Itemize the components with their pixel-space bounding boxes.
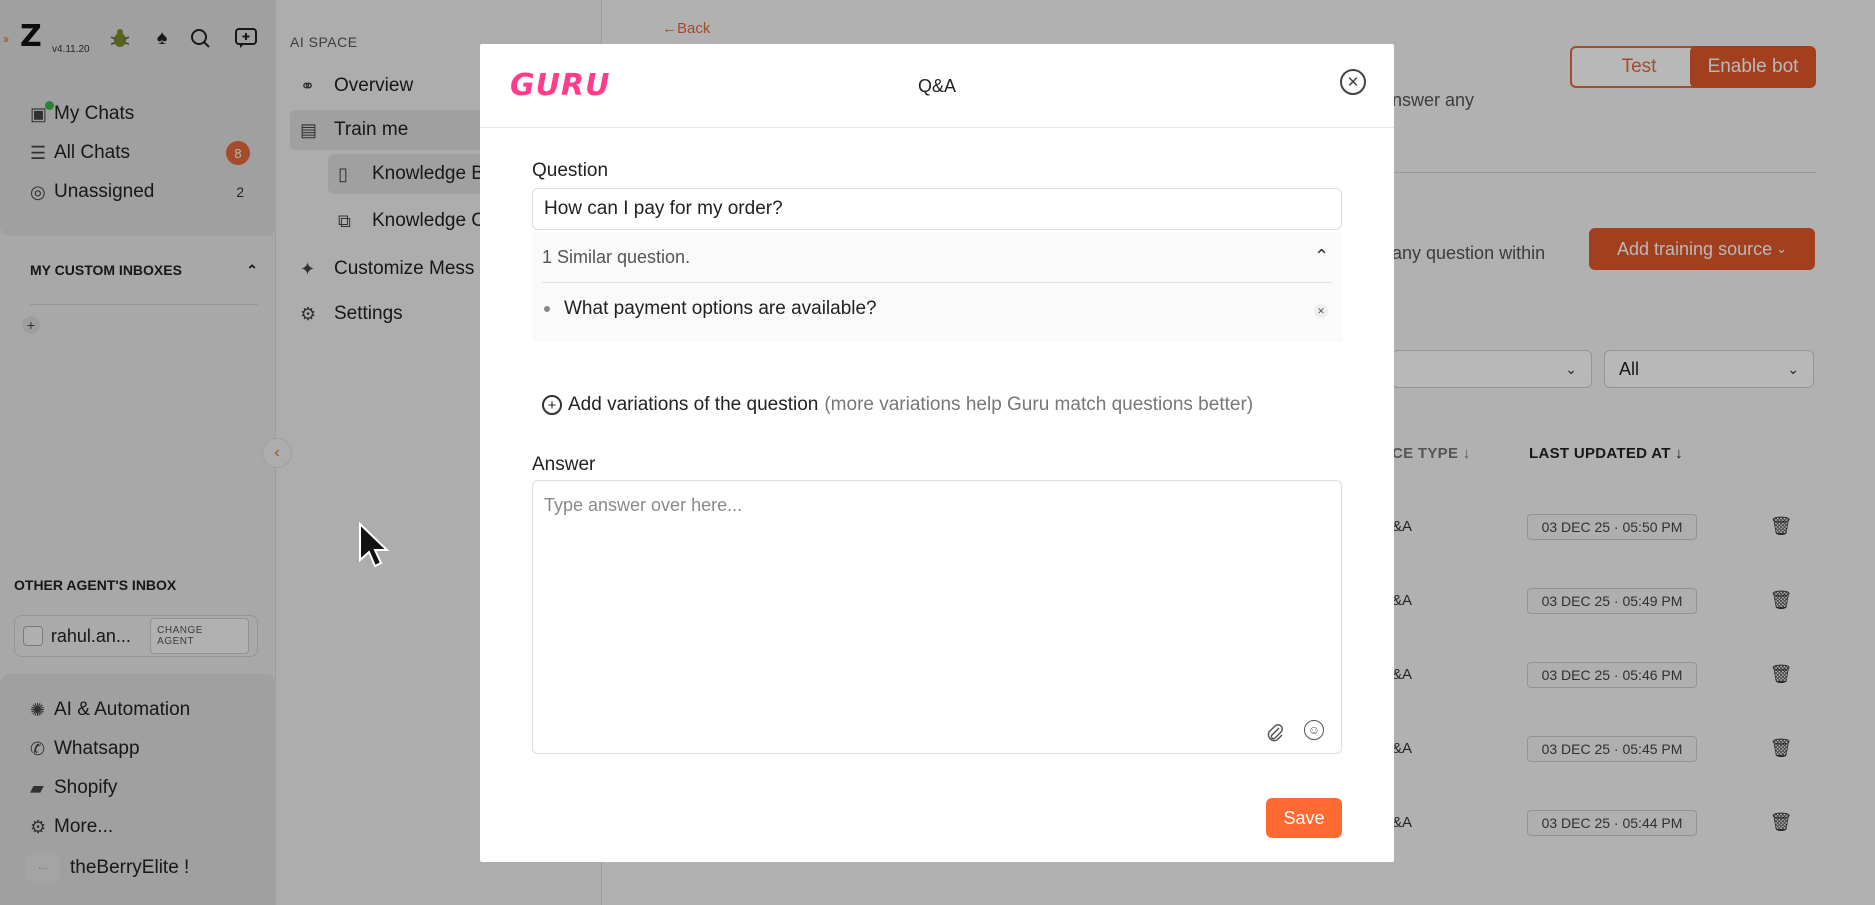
- similar-questions-panel: 1 Similar question. ⌃ What payment optio…: [532, 232, 1342, 342]
- divider: [542, 282, 1332, 283]
- add-variation-hint: (more variations help Guru match questio…: [824, 394, 1254, 415]
- qa-modal: GURU Q&A ✕ Question 1 Similar question. …: [480, 44, 1394, 862]
- add-variation-label: Add variations of the question: [568, 394, 819, 415]
- similar-question-item: What payment options are available?: [544, 298, 877, 320]
- answer-textarea[interactable]: [532, 480, 1342, 754]
- attachment-icon[interactable]: [1266, 723, 1284, 748]
- answer-label: Answer: [532, 454, 596, 475]
- similar-question-text: What payment options are available?: [564, 298, 877, 319]
- emoji-icon[interactable]: ☺: [1304, 720, 1324, 740]
- add-variation-button[interactable]: + Add variations of the question (more v…: [542, 394, 1253, 416]
- modal-header: GURU Q&A ✕: [480, 44, 1394, 128]
- modal-title: Q&A: [917, 76, 956, 96]
- chevron-up-icon[interactable]: ⌃: [1314, 246, 1329, 267]
- question-label: Question: [532, 160, 609, 181]
- close-icon[interactable]: ✕: [1340, 69, 1366, 95]
- save-button[interactable]: Save: [1266, 798, 1342, 838]
- mouse-cursor-icon: [357, 521, 391, 575]
- bullet-icon: [544, 306, 550, 312]
- question-input[interactable]: [532, 188, 1342, 230]
- similar-questions-header[interactable]: 1 Similar question.: [542, 247, 690, 268]
- remove-similar-icon[interactable]: ✕: [1314, 304, 1328, 318]
- plus-circle-icon: +: [542, 395, 562, 415]
